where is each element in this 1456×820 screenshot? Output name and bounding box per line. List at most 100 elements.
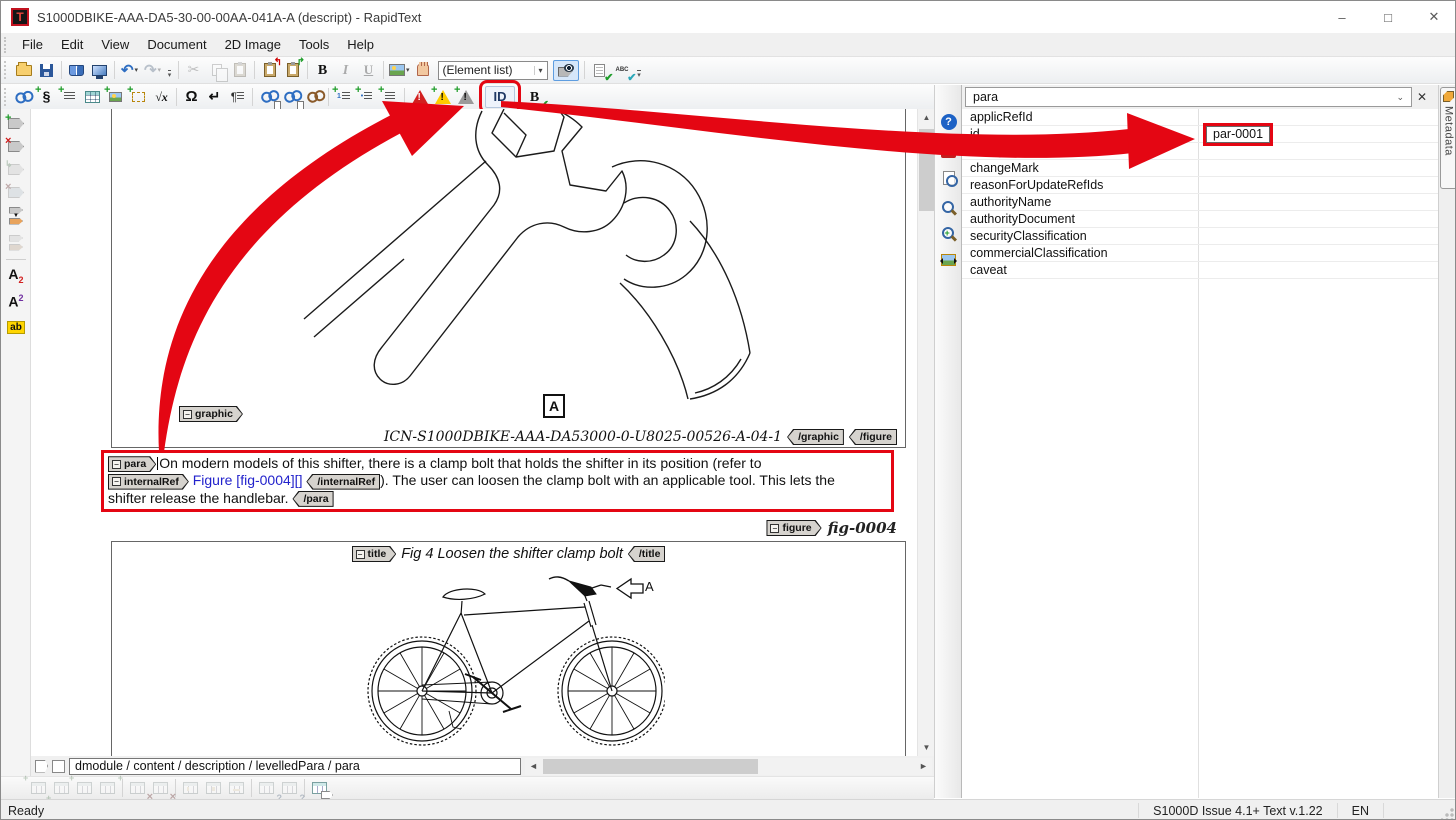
fit-image-icon[interactable] — [938, 249, 959, 270]
cell-properties-icon[interactable] — [255, 777, 278, 799]
scroll-down-icon[interactable]: ▼ — [918, 739, 935, 756]
para-element[interactable]: paraOn modern models of this shifter, th… — [101, 450, 894, 512]
pdf-export-icon[interactable] — [938, 139, 959, 160]
para-end-tag[interactable]: /para — [292, 491, 333, 507]
paragraph-marks-icon[interactable] — [226, 86, 249, 108]
menu-tools[interactable]: Tools — [290, 34, 338, 56]
insert-numbered-list-icon[interactable]: 1 — [332, 86, 355, 108]
menu-2d-image[interactable]: 2D Image — [216, 34, 290, 56]
save-icon[interactable] — [35, 59, 58, 81]
insert-bullet-list-icon[interactable]: • — [355, 86, 378, 108]
inline-attribute-icon[interactable]: ab — [4, 317, 28, 338]
document-icon[interactable] — [52, 760, 65, 773]
attribute-value-field[interactable] — [1198, 160, 1439, 176]
hotspot-hand-icon[interactable] — [412, 59, 435, 81]
id-value-field[interactable]: par-0001 — [1206, 126, 1270, 143]
show-tags-toggle[interactable] — [551, 59, 581, 81]
select-cell-icon[interactable] — [179, 777, 202, 799]
insert-col-right-icon[interactable] — [96, 777, 119, 799]
insert-caution-icon[interactable] — [431, 86, 454, 108]
internal-ref-link[interactable]: Figure [fig-0004][] — [193, 472, 303, 488]
toolbar-overflow-icon[interactable] — [164, 61, 175, 79]
internalref-end-tag[interactable]: /internalRef — [306, 474, 380, 490]
insert-formula-icon[interactable] — [150, 86, 173, 108]
graphic-end-tag[interactable]: /graphic — [787, 429, 844, 445]
element-name-combobox[interactable]: para ⌄ — [965, 87, 1412, 107]
scrollbar-thumb[interactable] — [543, 759, 758, 774]
para-text-line3[interactable]: shifter release the handlebar. — [108, 490, 289, 506]
link-icon[interactable] — [12, 86, 35, 108]
vertical-scrollbar[interactable]: ▲ ▼ — [917, 109, 934, 756]
attribute-value-field[interactable] — [1198, 245, 1439, 261]
id-button[interactable]: ID — [485, 86, 515, 108]
figure-start-tag[interactable]: figure — [766, 520, 821, 536]
select-row-icon[interactable] — [225, 777, 248, 799]
para-text-line1[interactable]: On modern models of this shifter, there … — [159, 455, 761, 471]
insert-hotspot-icon[interactable] — [127, 86, 150, 108]
screen-view-icon[interactable] — [88, 59, 111, 81]
internalref-start-tag[interactable]: internalRef — [108, 474, 189, 490]
superscript-icon[interactable]: A2 — [4, 291, 28, 312]
paste-after-icon[interactable]: ↱ — [281, 59, 304, 81]
dm-ref-icon[interactable] — [279, 86, 302, 108]
attribute-value-field[interactable] — [1198, 262, 1439, 278]
attribute-value-field[interactable] — [1198, 194, 1439, 210]
paste-icon[interactable] — [228, 59, 251, 81]
scroll-left-icon[interactable]: ◄ — [525, 758, 542, 775]
menu-file[interactable]: File — [13, 34, 52, 56]
title-end-tag[interactable]: /title — [628, 546, 666, 562]
zoom-in-icon[interactable] — [938, 223, 959, 244]
insert-element-icon[interactable] — [4, 113, 28, 134]
line-break-icon[interactable] — [203, 86, 226, 108]
menu-help[interactable]: Help — [338, 34, 383, 56]
document-editor[interactable]: graphic A ICN-S1000DBIKE-AAA-DA53000-0-U… — [31, 109, 917, 756]
maximize-button[interactable]: □ — [1365, 1, 1411, 33]
menu-edit[interactable]: Edit — [52, 34, 92, 56]
insert-table-icon[interactable] — [81, 86, 104, 108]
attribute-value-field[interactable] — [1198, 177, 1439, 193]
help-icon[interactable] — [938, 111, 959, 132]
open-icon[interactable] — [12, 59, 35, 81]
para-text-line2[interactable]: ). The user can loosen the clamp bolt wi… — [380, 472, 835, 488]
attribute-value-field[interactable] — [1198, 211, 1439, 227]
table-properties-icon[interactable] — [278, 777, 301, 799]
italic-button[interactable] — [334, 59, 357, 81]
paste-before-icon[interactable]: ↰ — [258, 59, 281, 81]
special-character-icon[interactable] — [180, 86, 203, 108]
book-view-icon[interactable] — [65, 59, 88, 81]
scroll-right-icon[interactable]: ► — [915, 758, 932, 775]
copy-icon[interactable] — [205, 59, 228, 81]
tab-metadata[interactable]: Metadata — [1440, 87, 1456, 189]
element-list-combobox[interactable]: (Element list)▾ — [438, 61, 548, 80]
underline-button[interactable] — [357, 59, 380, 81]
bold-button[interactable] — [311, 59, 334, 81]
insert-col-left-icon[interactable] — [73, 777, 96, 799]
external-ref-icon[interactable] — [302, 86, 325, 108]
close-button[interactable]: ✕ — [1411, 1, 1456, 33]
print-preview-icon[interactable] — [938, 167, 959, 188]
element-path-icon[interactable] — [35, 760, 48, 773]
insert-levelled-para-icon[interactable] — [58, 86, 81, 108]
validate-icon[interactable] — [588, 59, 611, 81]
attribute-value-field[interactable] — [1198, 109, 1439, 125]
table-tag-icon[interactable] — [308, 777, 331, 799]
para-start-tag[interactable]: para — [108, 456, 156, 472]
insert-definition-list-icon[interactable] — [378, 86, 401, 108]
redo-icon[interactable]: ▾ — [141, 59, 164, 81]
delete-row-icon[interactable] — [126, 777, 149, 799]
split-element-icon[interactable]: ▼ — [4, 205, 28, 226]
insert-image-icon[interactable]: ▾ — [387, 59, 412, 81]
horizontal-scrollbar[interactable]: ◄ ► — [525, 758, 932, 775]
internal-ref-icon[interactable] — [256, 86, 279, 108]
menu-document[interactable]: Document — [138, 34, 215, 56]
delete-col-icon[interactable] — [149, 777, 172, 799]
insert-note-icon[interactable] — [454, 86, 477, 108]
menu-view[interactable]: View — [92, 34, 138, 56]
remove-markup-icon[interactable] — [4, 182, 28, 203]
chevron-down-icon[interactable]: ⌄ — [1396, 92, 1404, 103]
join-element-icon[interactable] — [4, 232, 28, 253]
insert-para-icon[interactable] — [35, 86, 58, 108]
change-element-icon[interactable] — [4, 159, 28, 180]
check-b-icon[interactable] — [523, 86, 546, 108]
breadcrumb[interactable]: dmodule / content / description / levell… — [69, 758, 521, 775]
